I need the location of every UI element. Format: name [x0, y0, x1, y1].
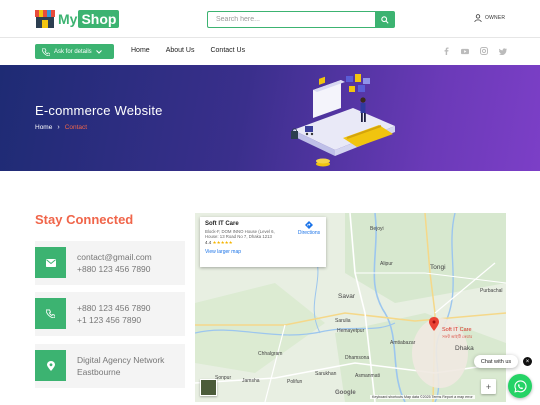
nav-link-contact[interactable]: Contact Us: [210, 47, 245, 54]
map-place-sarulia: Sarulia: [335, 318, 351, 324]
shop-logo-icon: [35, 10, 55, 28]
chat-with-us-bubble[interactable]: Chat with us: [474, 355, 518, 368]
rating-stars: ★★★★★: [212, 240, 233, 245]
mail-icon: [35, 247, 66, 278]
logo[interactable]: My Shop: [35, 9, 120, 29]
map-place-amtiabazar: Amtiabazar: [390, 340, 416, 346]
search-bar: [207, 11, 395, 28]
map-place-sarukhan: Sarukhan: [315, 371, 337, 377]
close-icon[interactable]: ×: [523, 357, 532, 366]
nav-link-home[interactable]: Home: [131, 47, 150, 54]
map-place-sonpur: Sonpur: [215, 375, 232, 381]
map-place-dhamsona: Dhamsona: [345, 355, 370, 361]
user-icon: [474, 14, 482, 22]
email-text[interactable]: contact@gmail.com: [77, 251, 152, 263]
map-pin-sublabel: সফট আইটি কেয়ার: [442, 334, 473, 339]
map-place-alipur: Alipur: [380, 261, 393, 267]
map-place-savar: Savar: [338, 293, 355, 300]
hero-banner: E-commerce Website Home › Contact: [0, 65, 540, 171]
map-pin-label[interactable]: Soft IT Care: [442, 327, 472, 333]
satellite-toggle[interactable]: [200, 379, 217, 396]
search-icon: [381, 15, 389, 24]
ask-for-details-button[interactable]: Ask for details: [35, 44, 114, 59]
map-place-asmanmati: Asmanmati: [355, 373, 381, 379]
map-place-jamsha: Jamsha: [242, 378, 260, 384]
view-larger-map-link[interactable]: View larger map: [205, 249, 321, 255]
map-place-tongi: Tongi: [430, 264, 446, 271]
chevron-right-icon: ›: [57, 124, 60, 131]
directions-button[interactable]: Directions: [294, 221, 324, 236]
ecommerce-illustration: [291, 74, 395, 167]
address-line-2: Eastbourne: [77, 367, 121, 377]
stay-connected-title: Stay Connected: [35, 212, 134, 227]
contact-card-email: contact@gmail.com +880 123 456 7890: [35, 241, 185, 285]
owner-label: OWNER: [485, 15, 506, 21]
top-header: My Shop OWNER: [0, 0, 540, 38]
chevron-down-icon: [95, 49, 102, 54]
phone-text-1[interactable]: +880 123 456 7890: [77, 302, 151, 314]
phone-chat-icon: [42, 47, 50, 56]
whatsapp-icon: [513, 379, 527, 393]
map-place-chhalgram: Chhalgram: [258, 351, 283, 357]
search-button[interactable]: [375, 11, 395, 28]
google-map[interactable]: Bejoyi Alipur Tongi Purbachal Savar Saru…: [195, 213, 506, 402]
logo-text-shop: Shop: [78, 10, 120, 28]
map-info-card: Soft IT Care Block-F, DOM INNO House (Le…: [200, 217, 326, 267]
rating-value: 4.4: [205, 240, 212, 245]
phone-icon: [35, 298, 66, 329]
instagram-icon[interactable]: [480, 47, 488, 55]
google-logo: Google: [335, 390, 356, 396]
nav-link-about[interactable]: About Us: [166, 47, 195, 54]
map-place-address: Block-F, DOM INNO House (Level 6, House:…: [205, 229, 275, 239]
contact-card-phone: +880 123 456 7890 +1 123 456 7890: [35, 292, 185, 336]
owner-link[interactable]: OWNER: [474, 14, 505, 22]
map-place-rating: 4.4 ★★★★★: [205, 240, 321, 246]
main-nav: Home About Us Contact Us: [131, 47, 261, 54]
location-icon: [35, 350, 66, 381]
phone-text-2[interactable]: +1 123 456 7890: [77, 314, 151, 326]
map-place-hemayetpur: Hemayetpur: [337, 328, 365, 334]
twitter-icon[interactable]: [499, 47, 507, 55]
directions-label: Directions: [297, 230, 321, 236]
facebook-icon[interactable]: [442, 47, 450, 55]
nav-bar: Ask for details Home About Us Contact Us: [0, 38, 540, 65]
address-line-1: Digital Agency Network: [77, 355, 165, 365]
youtube-icon[interactable]: [461, 47, 469, 55]
map-place-bejoyi: Bejoyi: [370, 226, 384, 232]
map-place-dhaka: Dhaka: [455, 345, 474, 352]
breadcrumb-home[interactable]: Home: [35, 124, 52, 131]
zoom-in-button[interactable]: +: [481, 379, 496, 394]
social-links: [442, 47, 518, 55]
page-title: E-commerce Website: [35, 103, 163, 118]
directions-icon: [305, 221, 313, 229]
search-input[interactable]: [207, 11, 375, 28]
map-place-purbachal: Purbachal: [480, 288, 503, 294]
phone-text[interactable]: +880 123 456 7890: [77, 263, 152, 275]
ask-for-details-label: Ask for details: [54, 48, 92, 55]
breadcrumb: Home › Contact: [35, 124, 87, 131]
map-footer[interactable]: Keyboard shortcuts Map data ©2025 Terms …: [370, 395, 475, 399]
logo-text-my: My: [58, 11, 78, 27]
map-place-polifun: Polifun: [287, 379, 303, 385]
contact-card-address: Digital Agency Network Eastbourne: [35, 344, 185, 388]
breadcrumb-current: Contact: [64, 124, 88, 131]
whatsapp-button[interactable]: [508, 374, 532, 398]
